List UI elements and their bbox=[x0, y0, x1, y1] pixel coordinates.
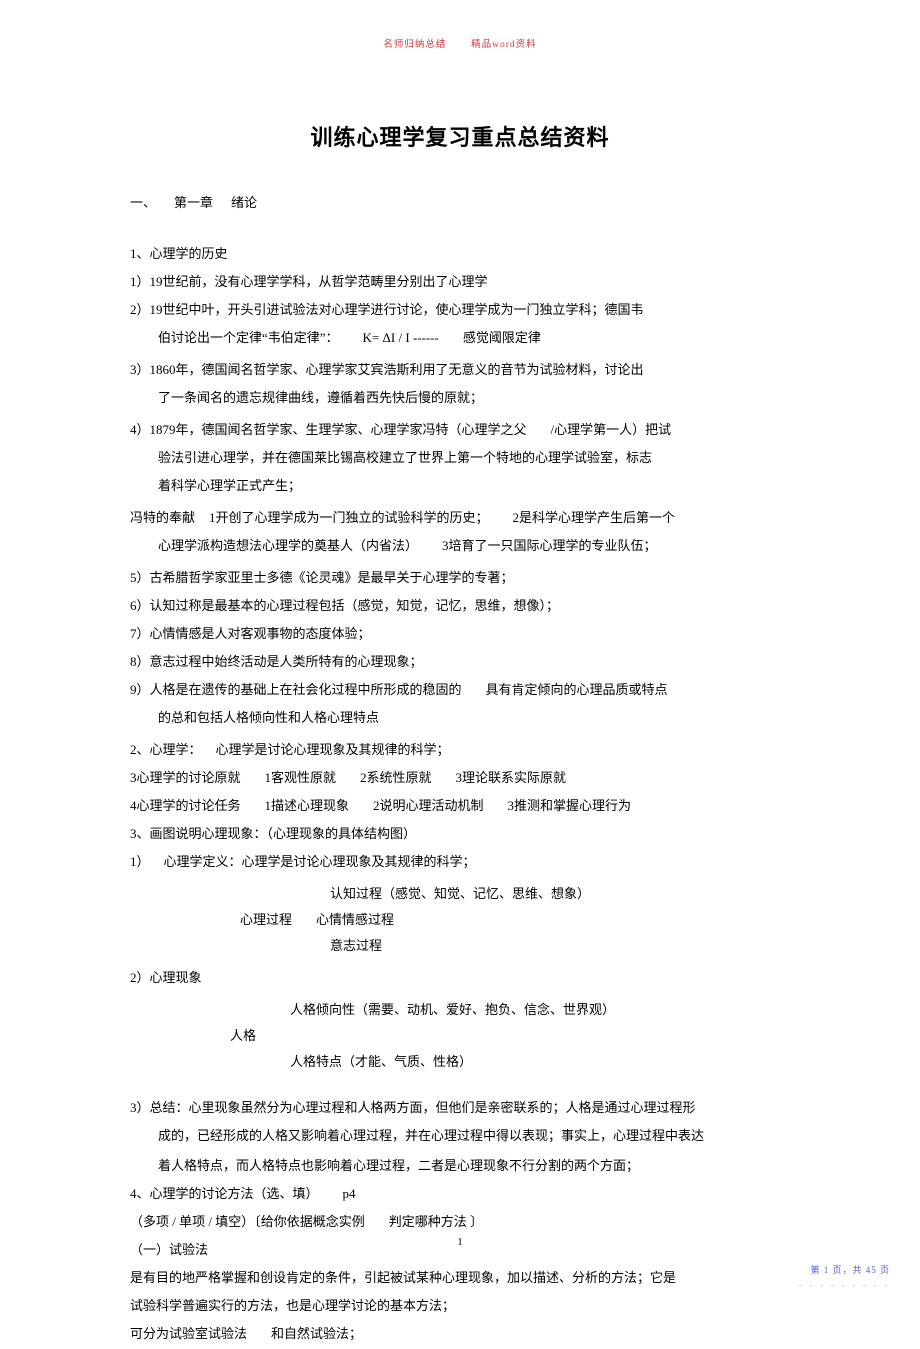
paragraph: 验法引进心理学，并在德国莱比锡高校建立了世界上第一个特地的心理学试验室，标志 bbox=[130, 445, 790, 471]
paragraph: 3、画图说明心理现象：（心理现象的具体结构图） bbox=[130, 821, 790, 847]
text: 2、心理学： bbox=[130, 742, 202, 757]
paragraph: 冯特的奉献 1开创了心理学成为一门独立的试验科学的历史； 2是科学心理学产生后第一个 bbox=[130, 505, 790, 531]
text: 3培育了一只国际心理学的专业队伍； bbox=[442, 538, 657, 553]
text: 可分为试验室试验法 bbox=[130, 1326, 247, 1341]
paragraph: 了一条闻名的遗忘规律曲线，遵循着西先快后慢的原就； bbox=[130, 385, 790, 411]
tree-node: 人格特点（才能、气质、性格） bbox=[290, 1049, 790, 1075]
paragraph: 4）1879年，德国闻名哲学家、生理学家、心理学家冯特（心理学之父/心理学第一人… bbox=[130, 417, 790, 443]
text: 心理学定义：心理学是讨论心理现象及其规律的科学； bbox=[164, 854, 476, 869]
footer-dashline: - - - - - - - - - bbox=[799, 1281, 890, 1290]
paragraph: 1）19世纪前，没有心理学学科，从哲学范畴里分别出了心理学 bbox=[130, 269, 790, 295]
header-meta: 名师归纳总结 精品word资料 bbox=[0, 36, 920, 50]
tree-node: 认知过程（感觉、知觉、记忆、思维、想象） bbox=[330, 881, 790, 907]
paragraph: 3心理学的讨论原就 1客观性原就 2系统性原就 3理论联系实际原就 bbox=[130, 765, 790, 791]
paragraph: 1、心理学的历史 bbox=[130, 241, 790, 267]
text: 感觉阈限定律 bbox=[463, 330, 541, 345]
tree-node: 人格 bbox=[230, 1023, 790, 1049]
paragraph: 试验科学普遍实行的方法，也是心理学讨论的基本方法； bbox=[130, 1293, 790, 1319]
text: /心理学第一人）把试 bbox=[551, 422, 672, 437]
paragraph: 2）19世纪中叶，开头引进试验法对心理学进行讨论，使心理学成为一门独立学科；德国… bbox=[130, 297, 790, 323]
paragraph: 4、心理学的讨论方法（选、填） p4 bbox=[130, 1181, 790, 1207]
paragraph: 5）古希腊哲学家亚里士多德《论灵魂》是最早关于心理学的专著； bbox=[130, 565, 790, 591]
paragraph: 是有目的地严格掌握和创设肯定的条件，引起被试某种心理现象，加以描述、分析的方法；… bbox=[130, 1265, 790, 1291]
text: 4心理学的讨论任务 bbox=[130, 798, 241, 813]
text: 心理学是讨论心理现象及其规律的科学； bbox=[216, 742, 450, 757]
text: 1） bbox=[130, 854, 150, 869]
text: K= ΔI / I ------ bbox=[363, 330, 439, 345]
paragraph: 3）总结：心里现象虽然分为心理过程和人格两方面，但他们是亲密联系的；人格是通过心… bbox=[130, 1095, 790, 1121]
text: 1开创了心理学成为一门独立的试验科学的历史； bbox=[209, 510, 489, 525]
text: 3理论联系实际原就 bbox=[456, 770, 567, 785]
paragraph: （多项 / 单项 / 填空）〔给你依据概念实例 判定哪种方法 〕 bbox=[130, 1209, 790, 1235]
tree-node: 心理过程 心情情感过程 bbox=[240, 907, 790, 933]
paragraph: 8）意志过程中始终活动是人类所特有的心理现象； bbox=[130, 649, 790, 675]
paragraph: 心理学派构造想法心理学的奠基人（内省法） 3培育了一只国际心理学的专业队伍； bbox=[130, 533, 790, 559]
text: 心理学派构造想法心理学的奠基人（内省法） bbox=[158, 538, 418, 553]
header-right: 精品word资料 bbox=[471, 40, 537, 50]
text: 2说明心理活动机制 bbox=[373, 798, 484, 813]
text: 3心理学的讨论原就 bbox=[130, 770, 241, 785]
text: 判定哪种方法 〕 bbox=[389, 1214, 483, 1229]
text: 1客观性原就 bbox=[265, 770, 337, 785]
text: 冯特的奉献 bbox=[130, 510, 195, 525]
paragraph: 9）人格是在遗传的基础上在社会化过程中所形成的稳固的 具有肯定倾向的心理品质或特点 bbox=[130, 677, 790, 703]
text: （多项 / 单项 / 填空）〔给你依据概念实例 bbox=[130, 1214, 365, 1229]
text: 和自然试验法； bbox=[271, 1326, 362, 1341]
paragraph: 可分为试验室试验法 和自然试验法； bbox=[130, 1321, 790, 1347]
page-number-center: 1 bbox=[0, 1236, 920, 1248]
concept-tree: 认知过程（感觉、知觉、记忆、思维、想象） 心理过程 心情情感过程 意志过程 bbox=[130, 881, 790, 959]
paragraph: 2、心理学： 心理学是讨论心理现象及其规律的科学； bbox=[130, 737, 790, 763]
document-content: 训练心理学复习重点总结资料 一、 第一章 绪论 1、心理学的历史 1）19世纪前，没… bbox=[130, 120, 790, 1349]
paragraph: 伯讨论出一个定律“韦伯定律”： K= ΔI / I ------ 感觉阈限定律 bbox=[130, 325, 790, 351]
document-title: 训练心理学复习重点总结资料 bbox=[130, 120, 790, 152]
paragraph: 成的，已经形成的人格又影响着心理过程，并在心理过程中得以表现；事实上，心理过程中… bbox=[130, 1123, 790, 1149]
header-left: 名师归纳总结 bbox=[383, 40, 446, 50]
text: 2）19世纪中叶，开头引进试验法对心理学进行讨论，使心理学成为一门独立学科；德国… bbox=[130, 302, 644, 317]
text: 1描述心理现象 bbox=[265, 798, 350, 813]
paragraph: 1） 心理学定义：心理学是讨论心理现象及其规律的科学； bbox=[130, 849, 790, 875]
text: p4 bbox=[343, 1186, 356, 1201]
paragraph: 3）1860年，德国闻名哲学家、心理学家艾宾浩斯利用了无意义的音节为试验材料，讨… bbox=[130, 357, 790, 383]
chapter-suffix: 绪论 bbox=[231, 195, 257, 210]
concept-tree: 人格倾向性（需要、动机、爱好、抱负、信念、世界观） 人格 人格特点（才能、气质、… bbox=[130, 997, 790, 1075]
paragraph: 着人格特点，而人格特点也影响着心理过程，二者是心理现象不行分割的两个方面； bbox=[130, 1153, 790, 1179]
tree-node: 人格倾向性（需要、动机、爱好、抱负、信念、世界观） bbox=[290, 997, 790, 1023]
text: 2系统性原就 bbox=[360, 770, 432, 785]
text: 伯讨论出一个定律“韦伯定律”： bbox=[158, 330, 339, 345]
text: 9）人格是在遗传的基础上在社会化过程中所形成的稳固的 bbox=[130, 682, 462, 697]
page-number-corner: 第 1 页，共 45 页 bbox=[810, 1263, 890, 1276]
text: 心情情感过程 bbox=[316, 912, 394, 927]
paragraph: 2）心理现象 bbox=[130, 965, 790, 991]
paragraph: 7）心情情感是人对客观事物的态度体验； bbox=[130, 621, 790, 647]
text: 4）1879年，德国闻名哲学家、生理学家、心理学家冯特（心理学之父 bbox=[130, 422, 527, 437]
text: 具有肯定倾向的心理品质或特点 bbox=[486, 682, 668, 697]
chapter-prefix: 一、 bbox=[130, 195, 156, 210]
paragraph: 的总和包括人格倾向性和人格心理特点 bbox=[130, 705, 790, 731]
chapter-mid: 第一章 bbox=[174, 195, 213, 210]
tree-node: 意志过程 bbox=[330, 933, 790, 959]
text: 2是科学心理学产生后第一个 bbox=[513, 510, 676, 525]
text: 4、心理学的讨论方法（选、填） bbox=[130, 1186, 319, 1201]
paragraph: 4心理学的讨论任务 1描述心理现象 2说明心理活动机制 3推测和掌握心理行为 bbox=[130, 793, 790, 819]
text: 3推测和掌握心理行为 bbox=[508, 798, 632, 813]
paragraph: 着科学心理学正式产生； bbox=[130, 473, 790, 499]
text: 心理过程 bbox=[240, 912, 292, 927]
chapter-heading: 一、 第一章 绪论 bbox=[130, 192, 790, 211]
paragraph: 6）认知过称是最基本的心理过程包括（感觉，知觉，记忆，思维，想像）； bbox=[130, 593, 790, 619]
